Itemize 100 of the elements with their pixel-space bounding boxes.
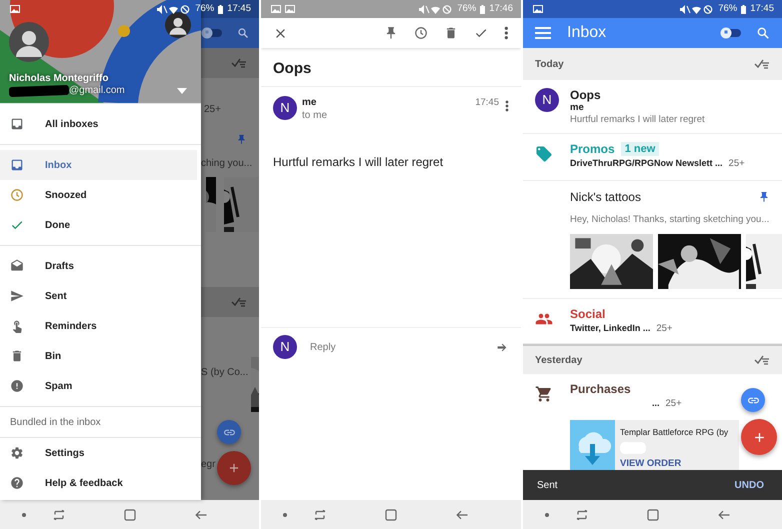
email-snippet: Hurtful remarks I will later regret <box>570 114 706 126</box>
bundle-senders: Twitter, LinkedIn ... <box>570 322 650 335</box>
notification-icon <box>285 5 295 13</box>
more-icon[interactable] <box>505 100 509 112</box>
bundle-senders: ... <box>652 397 660 410</box>
notification-icon <box>271 5 281 13</box>
avatar-initial: N <box>273 96 297 120</box>
sweep-icon[interactable] <box>754 355 770 365</box>
message-count: 25+ <box>666 397 682 410</box>
email-subject: Oops <box>570 88 602 102</box>
recipient-label: to me <box>302 109 328 122</box>
plus-icon <box>227 461 241 475</box>
message-subject: Oops <box>261 48 521 87</box>
menu-item[interactable]: Drafts <box>0 251 197 281</box>
toggle-switch[interactable] <box>201 27 223 39</box>
bundle-name[interactable]: Purchases <box>570 382 631 396</box>
battery-level: 76% <box>718 2 738 16</box>
bundle-senders: DriveThruRPG/RPGNow Newslett ... <box>570 157 723 170</box>
search-icon[interactable] <box>756 26 770 40</box>
avatar-initial: N <box>273 335 297 359</box>
battery-level: 76% <box>195 2 214 16</box>
avatar-icon[interactable] <box>165 12 191 38</box>
status-icons-drawing <box>419 4 454 14</box>
message-time: 17:45 <box>475 96 499 110</box>
menu-item[interactable]: Done <box>0 210 197 240</box>
recent-apps-button[interactable] <box>53 510 65 520</box>
text-fragment: egr <box>201 459 216 470</box>
back-button[interactable] <box>195 510 207 520</box>
dot-icon <box>545 512 549 516</box>
envelope-icon <box>10 259 24 273</box>
clock-time: 17:45 <box>227 2 251 16</box>
sender-name: me <box>302 96 318 109</box>
download-icon <box>570 420 615 470</box>
toggle-switch[interactable] <box>720 27 742 39</box>
section-heading: Yesterday <box>535 354 582 368</box>
status-icons-drawing <box>157 4 192 14</box>
avatar-icon[interactable] <box>9 22 49 62</box>
back-button[interactable] <box>718 510 730 520</box>
undo-button[interactable]: UNDO <box>730 476 768 494</box>
send-icon <box>10 289 24 303</box>
link-button[interactable] <box>741 388 765 412</box>
hand-icon <box>10 319 24 333</box>
status-icons-drawing <box>680 4 714 14</box>
menu-icon[interactable] <box>535 27 551 39</box>
trash-icon <box>10 349 24 363</box>
snackbar-message: Sent <box>537 478 558 492</box>
clock-time: 17:45 <box>750 2 774 16</box>
view-order-link[interactable]: VIEW ORDER <box>620 457 728 470</box>
clock-time: 17:46 <box>489 2 513 16</box>
avatar-initial: N <box>535 88 559 112</box>
battery-icon <box>741 4 746 14</box>
message-body: Hurtful remarks I will later regret <box>272 154 444 171</box>
inbox-icon <box>10 158 24 172</box>
text-fragment: 25+ <box>204 104 221 115</box>
home-button[interactable] <box>647 508 659 520</box>
app-title: Inbox <box>567 23 606 43</box>
search-icon[interactable] <box>237 27 249 39</box>
menu-item[interactable]: Help & feedback <box>0 468 197 498</box>
battery-level: 76% <box>457 2 476 16</box>
more-icon[interactable] <box>504 26 509 40</box>
back-button[interactable] <box>456 510 468 520</box>
thread-snippet: Hey, Nicholas! Thanks, starting sketching you... <box>570 214 770 226</box>
menu-item[interactable]: Spam <box>0 371 197 401</box>
message-count: 25+ <box>656 322 672 335</box>
notification-icon <box>533 5 543 13</box>
caret-icon[interactable] <box>177 88 187 94</box>
email-sender: me <box>570 102 585 114</box>
menu-item[interactable]: Bin <box>0 341 197 371</box>
dot-icon <box>283 512 287 516</box>
recent-apps-button[interactable] <box>576 510 588 520</box>
menu-item[interactable]: Reminders <box>0 311 197 341</box>
menu-item[interactable]: Snoozed <box>0 180 197 210</box>
home-button[interactable] <box>124 508 136 520</box>
pin-icon[interactable] <box>758 191 770 203</box>
menu-item[interactable]: Sent <box>0 281 197 311</box>
clock-icon[interactable] <box>414 26 428 40</box>
menu-item[interactable]: All inboxes <box>0 109 197 139</box>
text-fragment: S (by Co... <box>201 366 248 380</box>
menu-item[interactable]: Settings <box>0 438 197 468</box>
battery-icon <box>218 4 224 14</box>
menu-item[interactable]: Inbox <box>0 150 197 180</box>
section-heading: Today <box>535 58 564 72</box>
sweep-icon[interactable] <box>754 59 770 69</box>
order-card[interactable]: Templar Battleforce RPG (by VIEW ORDER <box>570 420 739 470</box>
reply-field[interactable]: Reply <box>308 338 496 356</box>
recent-apps-button[interactable] <box>314 510 326 520</box>
clock-icon <box>10 188 24 202</box>
alert-icon <box>10 379 24 393</box>
sweep-icon[interactable] <box>231 58 247 68</box>
text-fragment: ching you... <box>201 157 254 171</box>
battery-icon <box>480 4 486 14</box>
compose-button[interactable] <box>741 419 777 455</box>
order-title: Templar Battleforce RPG (by <box>620 426 728 439</box>
link-button[interactable] <box>217 420 241 444</box>
sweep-icon[interactable] <box>231 297 247 307</box>
dot-icon <box>22 512 26 516</box>
help-icon <box>10 476 24 490</box>
home-button[interactable] <box>385 508 397 520</box>
bundle-name[interactable]: Social <box>570 307 606 321</box>
new-count-label: 1 new <box>620 142 660 156</box>
